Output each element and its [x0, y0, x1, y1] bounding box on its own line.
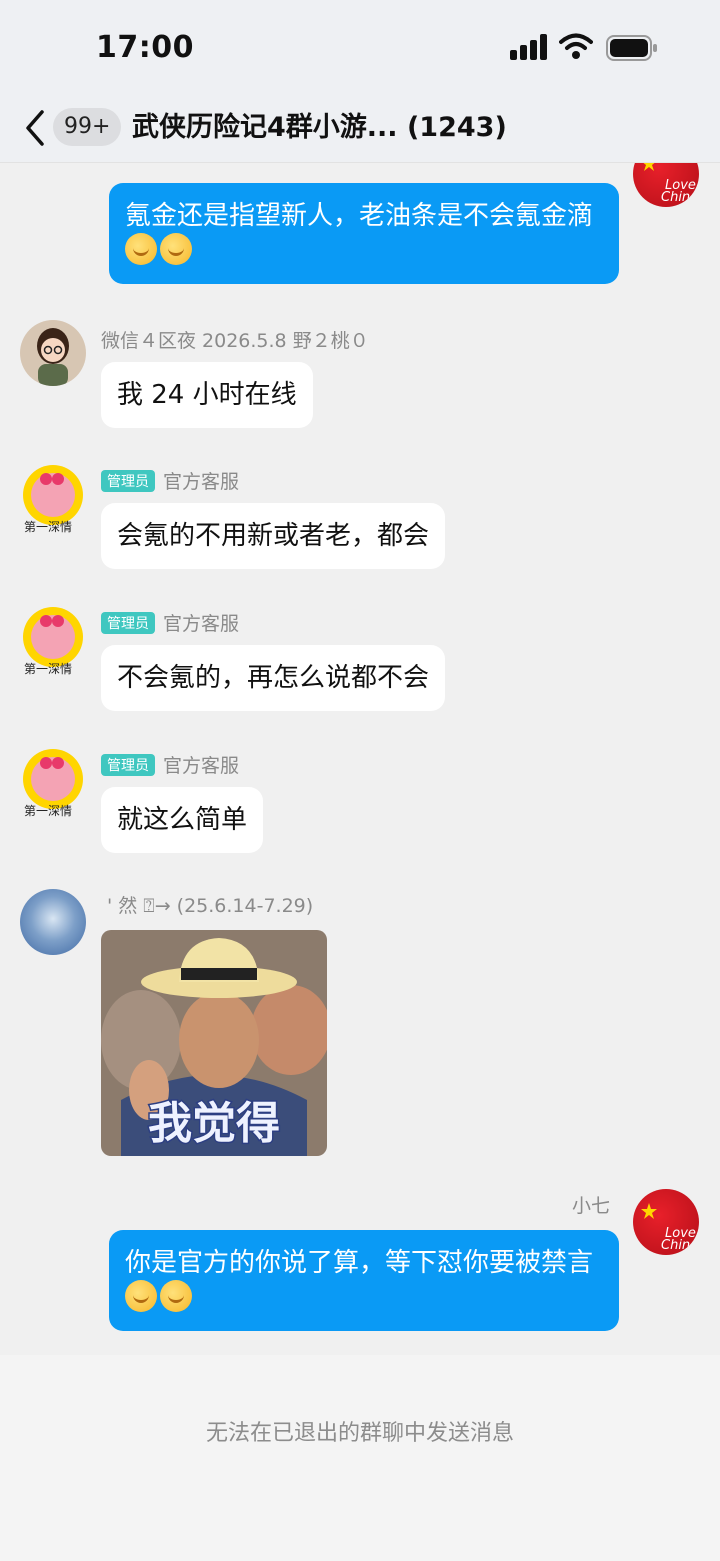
- thinking-emoji-icon: [160, 1280, 192, 1312]
- message-bubble[interactable]: 会氪的不用新或者老，都会: [101, 503, 446, 569]
- left-group-notice: 无法在已退出的群聊中发送消息: [205, 1421, 514, 1446]
- yawn-emoji-icon: [125, 233, 157, 265]
- message-text: 就这么简单: [117, 805, 248, 835]
- china-flag-love-avatar[interactable]: Love Chin: [633, 1189, 699, 1255]
- sender-name: ' 然 ⍰→ (25.6.14-7.29): [107, 895, 314, 917]
- status-bar: 17:00: [0, 0, 720, 96]
- admin-tag: 管理员: [101, 612, 155, 634]
- svg-text:Chin: Chin: [661, 190, 690, 205]
- pink-pig-avatar[interactable]: 第一深情: [18, 461, 88, 535]
- sender-label: 官方客服: [163, 613, 240, 635]
- pink-pig-avatar[interactable]: 第一深情: [18, 745, 88, 819]
- star-icon: Love Chin: [643, 163, 696, 205]
- message-bubble[interactable]: 氪金还是指望新人，老油条是不会氪金滴: [109, 183, 619, 284]
- admin-tag: 管理员: [101, 470, 155, 492]
- wifi-icon: [559, 33, 593, 59]
- sender-name: 小七: [571, 1195, 610, 1217]
- group-title[interactable]: 武侠历险记4群小游... (1243): [132, 108, 507, 148]
- sky-avatar[interactable]: [20, 889, 86, 955]
- sender-name: 管理员 官方客服: [101, 751, 239, 778]
- status-time: 17:00: [96, 30, 194, 65]
- message-bubble[interactable]: 不会氪的，再怎么说都不会: [101, 645, 446, 711]
- message-text: 会氪的不用新或者老，都会: [117, 521, 430, 551]
- sender-label: 官方客服: [163, 471, 240, 493]
- admin-tag: 管理员: [101, 754, 155, 776]
- signal-icon: [510, 34, 547, 60]
- sticker-caption: 我觉得: [148, 1098, 280, 1149]
- message-text: 氪金还是指望新人，老油条是不会氪金滴: [125, 201, 594, 231]
- sender-name: 管理员 官方客服: [101, 609, 239, 636]
- svg-text:第一深情: 第一深情: [24, 804, 72, 818]
- sticker-image[interactable]: 我觉得: [101, 930, 327, 1156]
- cartoon-girl-avatar[interactable]: [20, 320, 86, 386]
- sender-label: 官方客服: [163, 755, 240, 777]
- message-text: 我 24 小时在线: [117, 380, 297, 410]
- pink-pig-avatar[interactable]: 第一深情: [18, 603, 88, 677]
- input-disabled-area: 无法在已退出的群聊中发送消息: [0, 1355, 720, 1561]
- unread-badge[interactable]: 99+: [53, 108, 122, 146]
- message-bubble[interactable]: 就这么简单: [101, 787, 264, 853]
- chat-header: 99+ 武侠历险记4群小游... (1243): [0, 96, 720, 163]
- star-icon: Love Chin: [641, 1203, 696, 1253]
- message-bubble[interactable]: 我 24 小时在线: [101, 362, 313, 428]
- yawn-emoji-icon: [160, 233, 192, 265]
- battery-icon: [606, 35, 657, 61]
- svg-text:第一深情: 第一深情: [24, 662, 72, 676]
- message-bubble[interactable]: 你是官方的你说了算，等下怼你要被禁言: [109, 1230, 619, 1331]
- china-flag-love-avatar[interactable]: Love Chin: [633, 163, 699, 207]
- chevron-left-icon[interactable]: [22, 108, 48, 148]
- sender-name: 微信４区夜 2026.5.8 野２桃０: [101, 330, 369, 352]
- svg-text:第一深情: 第一深情: [24, 520, 72, 534]
- message-text: 不会氪的，再怎么说都不会: [117, 663, 430, 693]
- sender-name: 管理员 官方客服: [101, 467, 239, 494]
- message-list[interactable]: Love Chin 氪金还是指望新人，老油条是不会氪金滴 微信４区夜 2026.…: [0, 163, 720, 1355]
- message-text: 你是官方的你说了算，等下怼你要被禁言: [125, 1248, 594, 1278]
- svg-text:Chin: Chin: [661, 1238, 690, 1253]
- thinking-emoji-icon: [125, 1280, 157, 1312]
